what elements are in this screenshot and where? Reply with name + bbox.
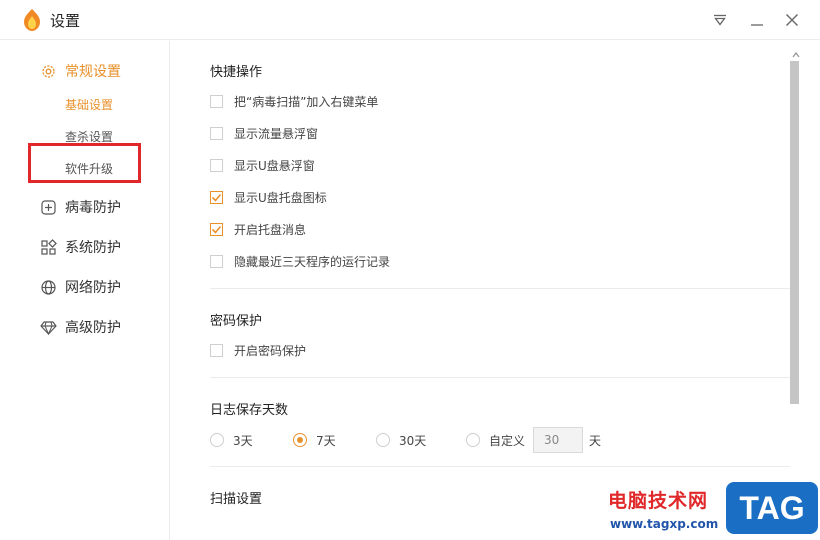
- sidebar-item-label: 病毒防护: [65, 200, 121, 216]
- log-days-radio-group: 3天 7天 30天 自定义 天: [210, 427, 602, 453]
- scrollbar-thumb[interactable]: [790, 61, 799, 404]
- radio[interactable]: [376, 433, 390, 447]
- option-label: 显示U盘托盘图标: [234, 190, 327, 205]
- radio-label: 3天: [233, 433, 253, 448]
- radio[interactable]: [210, 433, 224, 447]
- scroll-up-arrow-icon[interactable]: [791, 50, 801, 60]
- title-bar: 设置: [0, 0, 820, 40]
- radio-option-custom[interactable]: 自定义: [466, 432, 525, 449]
- highlight-box: [28, 143, 141, 183]
- sidebar-sub-basic-settings[interactable]: 基础设置: [65, 95, 113, 115]
- checkbox-checked[interactable]: [210, 222, 223, 236]
- plus-square-icon: [41, 199, 56, 215]
- settings-content: 快捷操作 把“病毒扫描”加入右键菜单 显示流量悬浮窗 显示U盘悬浮窗 显示U盘托…: [170, 41, 820, 540]
- option-add-scan-to-context-menu[interactable]: 把“病毒扫描”加入右键菜单: [210, 92, 378, 110]
- section-title-log-days: 日志保存天数: [210, 403, 289, 418]
- radio-label: 7天: [316, 433, 336, 448]
- window-title: 设置: [50, 12, 81, 30]
- globe-icon: [41, 279, 56, 295]
- option-enable-tray-messages[interactable]: 开启托盘消息: [210, 220, 306, 238]
- minimize-icon: [751, 24, 763, 26]
- option-show-usb-float[interactable]: 显示U盘悬浮窗: [210, 156, 315, 174]
- option-show-usb-tray-icon[interactable]: 显示U盘托盘图标: [210, 188, 327, 206]
- divider: [210, 288, 790, 289]
- check-icon: [211, 225, 222, 234]
- watermark-text: 电脑技术网: [608, 490, 709, 512]
- custom-days-input[interactable]: [533, 427, 584, 453]
- app-logo-icon: [24, 9, 40, 31]
- checkbox[interactable]: [210, 126, 223, 140]
- minimize-button[interactable]: [745, 8, 769, 32]
- option-label: 开启托盘消息: [234, 222, 307, 237]
- sidebar: 常规设置 基础设置 查杀设置 软件升级 病毒防护 系统防护 网络防护 高级防护: [0, 41, 170, 540]
- radio-option-30-days[interactable]: 30天: [376, 432, 466, 449]
- divider: [210, 466, 790, 467]
- option-hide-recent-run-records[interactable]: 隐藏最近三天程序的运行记录: [210, 252, 390, 270]
- radio[interactable]: [466, 433, 480, 447]
- section-title-password: 密码保护: [210, 314, 263, 329]
- watermark-url: www.tagxp.com: [610, 517, 719, 531]
- option-label: 显示流量悬浮窗: [234, 126, 319, 141]
- checkbox[interactable]: [210, 158, 223, 172]
- sidebar-item-general-settings[interactable]: 常规设置: [40, 59, 121, 83]
- diamond-icon: [40, 320, 57, 335]
- section-title-quick-ops: 快捷操作: [210, 65, 263, 80]
- menu-dropdown-button[interactable]: [708, 8, 732, 32]
- sidebar-item-system-protection[interactable]: 系统防护: [40, 235, 121, 259]
- radio-label: 自定义: [489, 433, 526, 448]
- option-enable-password[interactable]: 开启密码保护: [210, 341, 306, 359]
- close-icon: [786, 14, 798, 26]
- grid-icon: [41, 238, 57, 255]
- radio-checked[interactable]: [293, 433, 307, 447]
- option-label: 显示U盘悬浮窗: [234, 158, 315, 173]
- custom-days-unit: 天: [589, 433, 602, 448]
- sidebar-item-network-protection[interactable]: 网络防护: [40, 275, 121, 299]
- sidebar-item-virus-protection[interactable]: 病毒防护: [40, 195, 121, 219]
- checkbox-checked[interactable]: [210, 190, 223, 204]
- radio-option-7-days[interactable]: 7天: [293, 432, 376, 449]
- option-label: 把“病毒扫描”加入右键菜单: [234, 94, 379, 109]
- option-label: 隐藏最近三天程序的运行记录: [234, 254, 391, 269]
- watermark-tag-logo: TAG: [726, 482, 818, 534]
- radio-option-3-days[interactable]: 3天: [210, 432, 293, 449]
- gear-icon: [42, 64, 55, 78]
- option-label: 开启密码保护: [234, 343, 307, 358]
- radio-label: 30天: [399, 433, 427, 448]
- checkbox[interactable]: [210, 94, 223, 108]
- section-title-scan-settings: 扫描设置: [210, 492, 263, 507]
- checkbox[interactable]: [210, 343, 223, 357]
- sidebar-item-label: 高级防护: [65, 320, 121, 336]
- close-button[interactable]: [780, 8, 804, 32]
- triangle-down-icon: [714, 14, 726, 26]
- sidebar-item-label: 常规设置: [65, 64, 121, 80]
- check-icon: [211, 193, 222, 202]
- checkbox[interactable]: [210, 254, 223, 268]
- sidebar-item-label: 网络防护: [65, 280, 121, 296]
- sidebar-item-advanced-protection[interactable]: 高级防护: [40, 315, 121, 339]
- sidebar-item-label: 系统防护: [65, 240, 121, 256]
- option-show-traffic-float[interactable]: 显示流量悬浮窗: [210, 124, 318, 142]
- divider: [210, 377, 790, 378]
